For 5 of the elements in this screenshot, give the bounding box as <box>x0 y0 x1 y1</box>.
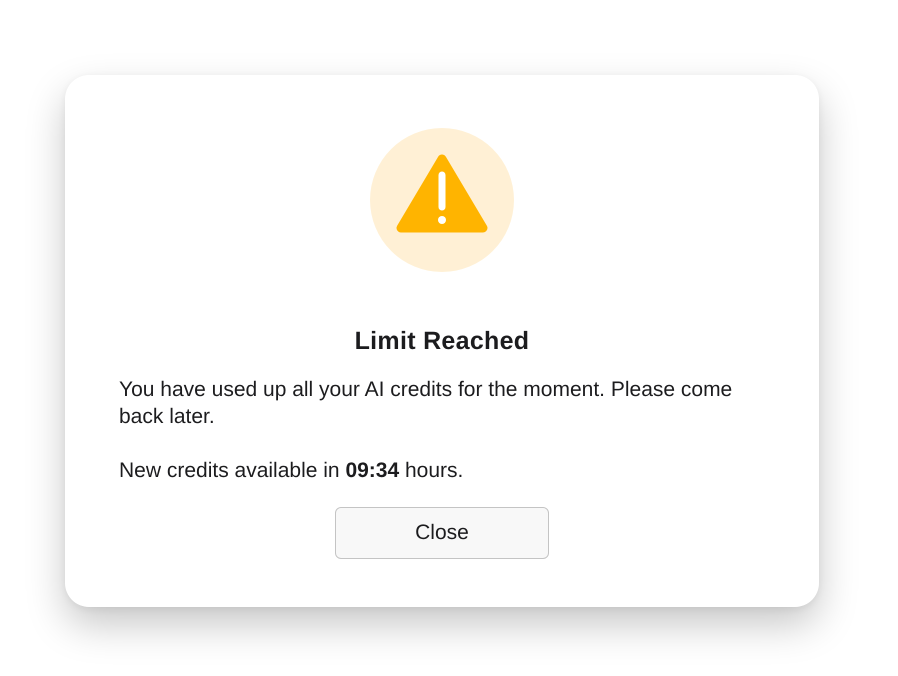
dialog-message: You have used up all your AI credits for the moment. Please come back later. <box>119 377 734 430</box>
dialog-title: Limit Reached <box>354 326 530 356</box>
warning-icon <box>370 128 514 272</box>
close-button[interactable]: Close <box>335 507 549 559</box>
availability-text: New credits available in 09:34 hours. <box>119 458 464 484</box>
